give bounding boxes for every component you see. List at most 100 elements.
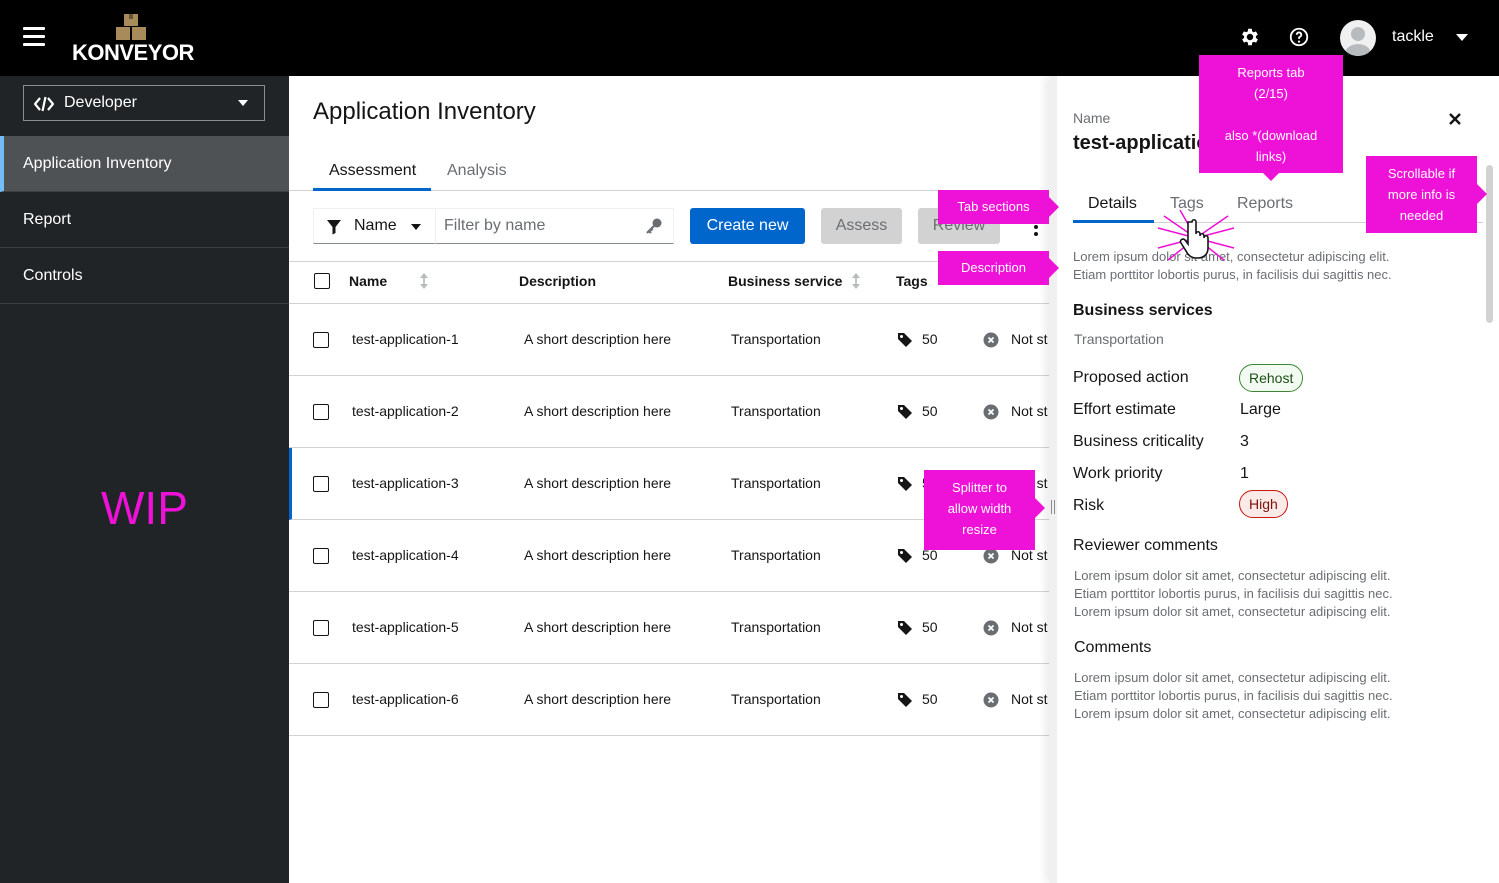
row-description: A short description here [524, 331, 672, 347]
code-icon [34, 96, 54, 112]
row-name[interactable]: test-application-6 [352, 691, 459, 707]
drawer-title: test-applicatio [1073, 132, 1209, 154]
avatar-icon[interactable] [1340, 20, 1376, 56]
annotation-reports-tab: Reports tab (2/15) also *(download links… [1199, 55, 1343, 173]
annotation-tab-sections: Tab sections [938, 190, 1049, 224]
row-name[interactable]: test-application-3 [352, 475, 459, 491]
proposed-action-label: Proposed action [1073, 369, 1189, 386]
key-icon [646, 218, 662, 234]
filter-attribute-select[interactable]: Name [313, 208, 436, 244]
annotation-arrow [1035, 498, 1045, 518]
table-row[interactable]: test-application-6 A short description h… [289, 664, 1049, 736]
row-service: Transportation [731, 475, 821, 491]
column-header-name[interactable]: Name [349, 273, 387, 289]
sidebar-item-controls[interactable]: Controls [0, 248, 289, 304]
reviewer-comments-heading: Reviewer comments [1073, 537, 1218, 554]
annotation-line: resize [962, 522, 997, 537]
caret-down-icon [238, 100, 248, 106]
konveyor-logo[interactable]: KONVEYOR [72, 12, 196, 65]
tag-icon [898, 693, 912, 707]
business-service-value: Transportation [1074, 331, 1164, 347]
row-checkbox[interactable] [313, 404, 329, 420]
row-name[interactable]: test-application-5 [352, 619, 459, 635]
annotation-line: allow width [947, 501, 1012, 516]
drawer-scrollbar[interactable] [1486, 165, 1493, 323]
row-checkbox[interactable] [313, 476, 329, 492]
row-description: A short description here [524, 547, 672, 563]
select-all-checkbox[interactable] [314, 273, 330, 289]
tab-assessment[interactable]: Assessment [329, 162, 416, 180]
row-description: A short description here [524, 619, 672, 635]
tag-icon [898, 549, 912, 563]
row-name[interactable]: test-application-1 [352, 331, 459, 347]
row-tag-count: 50 [922, 331, 938, 347]
risk-badge: High [1239, 490, 1288, 518]
sidebar: Developer Application Inventory Report C… [0, 76, 289, 883]
not-started-icon [983, 692, 999, 708]
comment-line: Lorem ipsum dolor sit amet, consectetur … [1074, 604, 1391, 619]
row-service: Transportation [731, 691, 821, 707]
perspective-label: Developer [64, 94, 137, 111]
annotation-line: also *(download [1224, 128, 1318, 143]
tag-icon [898, 621, 912, 635]
filter-input[interactable] [435, 208, 674, 244]
perspective-selector[interactable]: Developer [23, 85, 265, 121]
drawer-tab-active-indicator [1073, 220, 1154, 223]
column-header-business-service[interactable]: Business service [728, 273, 842, 289]
row-checkbox[interactable] [313, 620, 329, 636]
effort-estimate-label: Effort estimate [1073, 401, 1176, 418]
table-top-border [289, 261, 1049, 262]
table-row[interactable]: test-application-5 A short description h… [289, 592, 1049, 664]
risk-label: Risk [1073, 497, 1105, 514]
annotation-line: more info is [1387, 187, 1456, 202]
row-name[interactable]: test-application-2 [352, 403, 459, 419]
annotation-line: Reports tab [1237, 65, 1305, 80]
username[interactable]: tackle [1392, 28, 1434, 46]
row-checkbox[interactable] [313, 692, 329, 708]
row-name[interactable]: test-application-4 [352, 547, 459, 563]
sidebar-item-report[interactable]: Report [0, 192, 289, 248]
annotation-arrow [1049, 197, 1059, 217]
row-tag-count: 50 [922, 403, 938, 419]
row-status: Not st [1011, 331, 1048, 347]
tab-analysis[interactable]: Analysis [447, 162, 507, 180]
assess-button[interactable]: Assess [821, 208, 902, 244]
drawer-splitter[interactable] [1050, 500, 1056, 516]
help-icon[interactable] [1288, 26, 1310, 48]
comment-line: Lorem ipsum dolor sit amet, consectetur … [1074, 670, 1391, 685]
row-description: A short description here [524, 403, 672, 419]
annotation-line: needed [1399, 208, 1444, 223]
row-status: Not st [1011, 403, 1048, 419]
row-description: A short description here [524, 475, 672, 491]
row-description: A short description here [524, 691, 672, 707]
comments: Lorem ipsum dolor sit amet, consectetur … [1074, 669, 1434, 723]
drawer-description: Lorem ipsum dolor sit amet, consectetur … [1073, 248, 1433, 284]
table-row[interactable]: test-application-2 A short description h… [289, 376, 1049, 448]
annotation-arrow [1263, 173, 1279, 181]
sort-icon[interactable] [852, 273, 860, 289]
wip-annotation: WIP [101, 482, 188, 534]
row-service: Transportation [731, 547, 821, 563]
row-checkbox[interactable] [313, 548, 329, 564]
close-icon[interactable] [1446, 110, 1464, 128]
table-row[interactable]: test-application-1 A short description h… [289, 304, 1049, 376]
comment-line: Etiam porttitor lobortis purus, in facil… [1074, 586, 1393, 601]
menu-icon[interactable] [23, 27, 45, 47]
work-priority-label: Work priority [1073, 465, 1163, 482]
sort-icon[interactable] [420, 273, 428, 289]
create-new-button[interactable]: Create new [690, 208, 805, 244]
comment-line: Etiam porttitor lobortis purus, in facil… [1074, 688, 1393, 703]
drawer-tab-reports[interactable]: Reports [1237, 195, 1293, 213]
caret-down-icon [411, 224, 421, 230]
not-started-icon [983, 620, 999, 636]
filter-attribute-label: Name [354, 217, 397, 234]
caret-down-icon[interactable] [1456, 34, 1468, 41]
drawer-tab-details[interactable]: Details [1088, 195, 1137, 213]
gear-icon[interactable] [1239, 26, 1261, 48]
sidebar-item-application-inventory[interactable]: Application Inventory [0, 136, 289, 192]
business-services-heading: Business services [1073, 302, 1213, 319]
row-checkbox[interactable] [313, 332, 329, 348]
column-header-description: Description [519, 273, 597, 289]
not-started-icon [983, 548, 999, 564]
row-service: Transportation [731, 403, 821, 419]
